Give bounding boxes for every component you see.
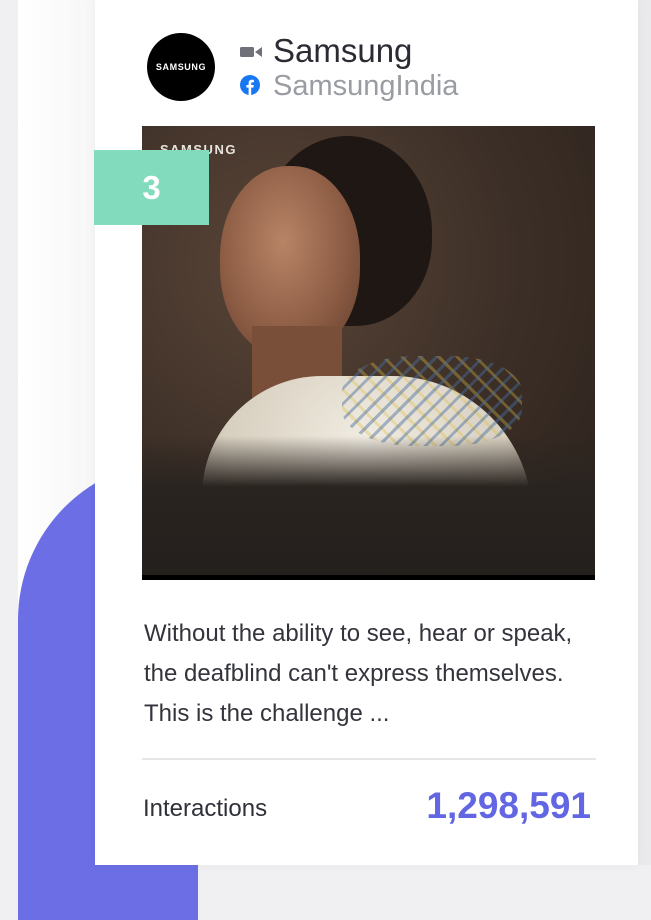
thumbnail-shape (342, 356, 522, 446)
brand-name[interactable]: Samsung (273, 31, 412, 71)
divider (142, 758, 596, 760)
background-strip (638, 0, 651, 865)
interactions-value: 1,298,591 (426, 785, 591, 826)
facebook-icon (240, 75, 260, 95)
account-handle[interactable]: SamsungIndia (273, 69, 458, 103)
thumbnail-shape (142, 436, 595, 580)
avatar-logo-text: SAMSUNG (155, 62, 207, 72)
post-caption: Without the ability to see, hear or spea… (144, 620, 573, 727)
thumbnail-bottom-bar (142, 575, 595, 580)
interactions-label: Interactions (143, 795, 268, 822)
avatar[interactable]: SAMSUNG (147, 33, 215, 101)
video-camera-icon (240, 47, 262, 57)
rank-badge: 3 (94, 150, 209, 225)
post-video-thumbnail[interactable]: SAMSUNG (142, 126, 595, 580)
